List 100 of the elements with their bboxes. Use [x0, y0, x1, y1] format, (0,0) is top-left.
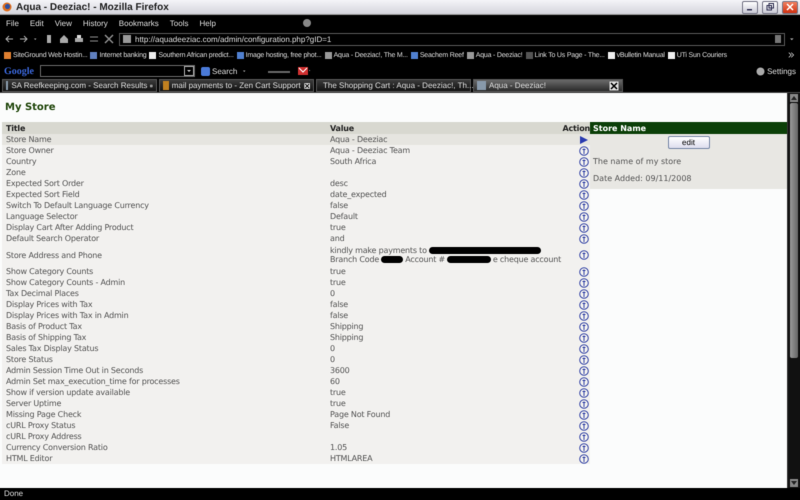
address-field[interactable]: http://aquadeeziac.com/admin/configuration.php?gID=1 [119, 32, 785, 46]
table-cell-text: Shipping [329, 333, 364, 342]
table-row[interactable]: Switch To Default Language Currency false [2, 200, 590, 211]
info-icon[interactable] [579, 376, 589, 386]
browser-tab[interactable]: SA Reefkeeping.com - Search Results [2, 79, 157, 92]
info-icon[interactable] [579, 190, 589, 200]
info-icon[interactable] [579, 354, 589, 364]
table-row[interactable]: Display Prices with Tax false [2, 299, 590, 310]
table-row[interactable]: Display Cart After Adding Product true [2, 222, 590, 233]
tab-close-icon[interactable] [304, 80, 310, 90]
tab-close-icon[interactable] [609, 80, 619, 90]
table-cell-text: Show if version update available [5, 388, 131, 397]
info-icon[interactable] [579, 200, 589, 210]
info-icon[interactable] [579, 398, 589, 408]
info-icon[interactable] [579, 300, 589, 310]
info-icon[interactable] [579, 288, 589, 298]
info-icon[interactable] [579, 178, 589, 188]
stop-icon[interactable] [104, 34, 114, 44]
table-row[interactable]: Store Address and Phone kindly make payments to Branch Code Account # e cheque account [2, 244, 590, 266]
edit-button[interactable]: edit [668, 136, 710, 149]
print-icon[interactable] [74, 34, 84, 44]
table-row[interactable]: Tax Decimal Places 0 [2, 288, 590, 299]
table-row[interactable]: cURL Proxy Address [2, 431, 590, 442]
table-cell-text: desc [329, 179, 349, 188]
table-cell-text: Show Category Counts [5, 267, 94, 276]
table-row[interactable]: Currency Conversion Ratio 1.05 [2, 442, 590, 453]
dropdown-icon[interactable] [184, 66, 194, 76]
table-row[interactable]: Missing Page Check Page Not Found [2, 409, 590, 420]
info-icon[interactable] [579, 310, 589, 320]
browser-tab[interactable]: The Shopping Cart : Aqua - Deeziac!, Th... [316, 79, 471, 92]
close-button[interactable] [782, 0, 798, 14]
feed-icon [775, 35, 781, 43]
table-row[interactable]: Store Name Aqua - Deeziac [2, 134, 590, 145]
google-logo: Google [4, 66, 34, 76]
back-icon[interactable] [4, 34, 14, 44]
info-icon[interactable] [579, 266, 589, 276]
menu-item[interactable]: Help [197, 18, 218, 28]
browser-tab[interactable]: Aqua - Deeziac! [473, 79, 623, 92]
table-row[interactable]: Expected Sort Order desc [2, 178, 590, 189]
minimize-button[interactable] [742, 0, 758, 14]
table-row[interactable]: Language Selector Default [2, 211, 590, 222]
table-row[interactable]: Show Category Counts true [2, 266, 590, 277]
table-row[interactable]: Expected Sort Field date_expected [2, 189, 590, 200]
info-icon[interactable] [579, 332, 589, 342]
scroll-thumb[interactable] [790, 103, 798, 358]
scroll-down-icon[interactable] [790, 479, 798, 487]
menu-item[interactable]: Bookmarks [116, 18, 161, 28]
google-search-field[interactable] [40, 65, 195, 77]
table-row[interactable]: Server Uptime true [2, 398, 590, 409]
table-row[interactable]: Show Category Counts - Admin true [2, 277, 590, 288]
table-row[interactable]: HTML Editor HTMLAREA [2, 453, 590, 464]
table-row[interactable]: Default Search Operator and [2, 233, 590, 244]
scrollbar[interactable] [787, 93, 800, 488]
info-icon[interactable] [579, 344, 589, 354]
browser-tab[interactable]: mail payments to - Zen Cart Support [159, 79, 314, 92]
info-icon[interactable] [579, 156, 589, 166]
info-icon[interactable] [579, 454, 589, 464]
menu-item[interactable]: File [4, 18, 21, 28]
table-row[interactable]: Store Status 0 [2, 354, 590, 365]
table-row[interactable]: Display Prices with Tax in Admin false [2, 310, 590, 321]
info-icon[interactable] [579, 432, 589, 442]
site-icon [477, 81, 486, 90]
table-row[interactable]: Admin Session Time Out in Seconds 3600 [2, 365, 590, 376]
table-row[interactable]: Store Owner Aqua - Deeziac Team [2, 145, 590, 156]
info-icon[interactable] [579, 234, 589, 244]
info-icon[interactable] [579, 388, 589, 398]
table-row[interactable]: cURL Proxy Status False [2, 420, 590, 431]
info-icon[interactable] [579, 222, 589, 232]
info-icon[interactable] [579, 442, 589, 452]
table-row[interactable]: Sales Tax Display Status 0 [2, 343, 590, 354]
forward-icon[interactable] [19, 34, 29, 44]
table-row[interactable]: Basis of Shipping Tax Shipping [2, 332, 590, 343]
menu-item[interactable]: Tools [168, 18, 190, 28]
home-icon[interactable] [59, 34, 69, 44]
table-row[interactable]: Country South Africa [2, 156, 590, 167]
info-icon[interactable] [579, 146, 589, 156]
info-icon[interactable] [579, 212, 589, 222]
chevron-icon[interactable] [788, 50, 796, 60]
table-row[interactable]: Show if version update available true [2, 387, 590, 398]
info-icon[interactable] [579, 250, 589, 260]
info-icon[interactable] [579, 168, 589, 178]
menu-item[interactable]: History [80, 18, 110, 28]
menu-item[interactable]: Edit [28, 18, 46, 28]
table-cell-text: 60 [329, 377, 341, 386]
info-icon[interactable] [579, 322, 589, 332]
settings-button[interactable]: Settings [756, 66, 796, 76]
info-icon[interactable] [579, 366, 589, 376]
info-icon[interactable] [579, 278, 589, 288]
menu-item[interactable]: View [52, 18, 74, 28]
restore-button[interactable] [762, 0, 778, 14]
scroll-up-icon[interactable] [790, 94, 798, 102]
table-cell-text: Switch To Default Language Currency [5, 201, 150, 210]
info-icon[interactable] [579, 420, 589, 430]
column-header: Action [562, 124, 590, 132]
mail-icon[interactable] [296, 66, 310, 76]
info-icon[interactable] [579, 410, 589, 420]
table-row[interactable]: Basis of Product Tax Shipping [2, 321, 590, 332]
table-row[interactable]: Zone [2, 167, 590, 178]
table-row[interactable]: Admin Set max_execution_time for processes 60 [2, 376, 590, 387]
search-button[interactable]: Search [201, 66, 238, 76]
